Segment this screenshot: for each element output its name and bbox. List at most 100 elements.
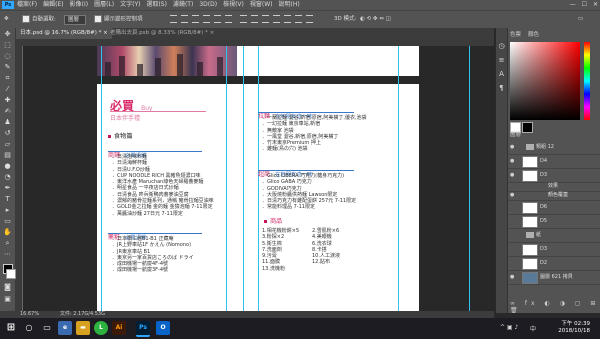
eye-icon: ● bbox=[510, 172, 515, 178]
guide-line[interactable] bbox=[101, 46, 102, 311]
brush-icon[interactable]: ✍ bbox=[3, 107, 12, 115]
line-app-icon[interactable]: L bbox=[94, 321, 108, 335]
zoom-icon[interactable]: ⌕ bbox=[3, 239, 12, 247]
maximize-icon[interactable]: ☐ bbox=[582, 0, 587, 10]
hue-slider[interactable] bbox=[584, 42, 590, 120]
tab-swatches[interactable]: 色票 bbox=[510, 30, 521, 38]
marquee-icon[interactable]: ⬚ bbox=[3, 41, 12, 49]
menu-3d[interactable]: 3D(D) bbox=[199, 0, 217, 10]
tag-underline bbox=[258, 170, 354, 171]
menu-filter[interactable]: 濾鏡(T) bbox=[173, 0, 193, 10]
crop-icon[interactable]: ⌗ bbox=[3, 74, 12, 82]
minimize-icon[interactable]: — bbox=[570, 0, 576, 10]
file-explorer-icon[interactable]: e bbox=[58, 321, 72, 335]
auto-select-dropdown[interactable]: 圖層 bbox=[64, 15, 87, 25]
folder-app-icon[interactable]: ▬ bbox=[76, 321, 90, 335]
dodge-icon[interactable]: ◔ bbox=[3, 173, 12, 181]
page-subtitle: 日本伴手禮 bbox=[110, 115, 141, 122]
3d-mode-icons[interactable]: ◐ ⟲ ✥ ⇔ ◫ bbox=[360, 15, 391, 24]
swatch[interactable] bbox=[522, 122, 533, 133]
quick-select-icon[interactable]: ✎ bbox=[3, 63, 12, 71]
gradient-icon[interactable]: ▤ bbox=[3, 151, 12, 159]
panel-icon-strip: ◷ ≡ A ¶ bbox=[496, 28, 508, 313]
menu-type[interactable]: 文字(Y) bbox=[120, 0, 140, 10]
blur-icon[interactable]: ● bbox=[3, 162, 12, 170]
status-bar: 16.67% 文件: 2.17G/4.53G bbox=[0, 311, 494, 318]
layer-row[interactable]: ● D4 bbox=[508, 154, 600, 169]
tab-layers[interactable]: 圖層 bbox=[510, 130, 521, 138]
background-color-swatch[interactable] bbox=[6, 269, 16, 279]
close-tab-icon[interactable]: × bbox=[210, 30, 215, 36]
tab-japan-psd[interactable]: 日本.psd @ 16.7% (RGB/8#) * × bbox=[16, 28, 112, 39]
tab-color[interactable]: 顏色 bbox=[528, 30, 539, 38]
quick-mask-icon[interactable]: ◙ bbox=[3, 283, 12, 291]
layer-row[interactable]: ● D3 bbox=[508, 168, 600, 183]
menu-window[interactable]: 視窗(W) bbox=[250, 0, 273, 10]
menu-help[interactable]: 說明(H) bbox=[279, 0, 300, 10]
shape-icon[interactable]: ▭ bbox=[3, 217, 12, 225]
hand-icon[interactable]: ✋ bbox=[3, 228, 12, 236]
tray-icons[interactable]: ^ ▣ ♪ bbox=[500, 324, 518, 331]
layer-row[interactable]: ● 類組 12 bbox=[508, 140, 600, 155]
color-picker-field[interactable] bbox=[510, 42, 580, 120]
pen-icon[interactable]: ✒ bbox=[3, 184, 12, 192]
illustrator-icon[interactable]: Ai bbox=[112, 321, 126, 335]
layer-row[interactable]: D6 bbox=[508, 200, 600, 215]
workspace-icon[interactable]: ▭ bbox=[578, 15, 583, 24]
close-icon[interactable]: ✕ bbox=[593, 0, 598, 10]
distribute-icons[interactable] bbox=[240, 15, 317, 25]
history-icon[interactable]: ◷ bbox=[497, 42, 506, 50]
layer-row[interactable]: ● 圖層 621 拷貝 bbox=[508, 270, 600, 285]
menu-layer[interactable]: 圖層(L) bbox=[94, 0, 114, 10]
vertical-ruler[interactable] bbox=[16, 46, 23, 311]
guide-line[interactable] bbox=[469, 46, 470, 311]
properties-icon[interactable]: ≡ bbox=[497, 56, 506, 64]
layer-row[interactable]: D5 bbox=[508, 214, 600, 229]
layer-row[interactable]: 紙 bbox=[508, 228, 600, 243]
guide-line[interactable] bbox=[226, 46, 227, 311]
menu-edit[interactable]: 編輯(E) bbox=[43, 0, 63, 10]
tab-shopping-psb[interactable]: 老購出去頁.psb @ 8.33% (RGB/8#) * × bbox=[106, 28, 218, 39]
screen-mode-icon[interactable]: ▣ bbox=[3, 295, 12, 303]
photoshop-taskbar-icon[interactable]: Ps bbox=[136, 321, 150, 337]
guide-line[interactable] bbox=[398, 46, 399, 311]
align-icons[interactable] bbox=[170, 15, 236, 25]
type-icon[interactable]: T bbox=[3, 195, 12, 203]
layer-thumbnail bbox=[522, 156, 538, 168]
healing-icon[interactable]: ✚ bbox=[3, 96, 12, 104]
layer-row[interactable]: D2 bbox=[508, 256, 600, 271]
menu-select[interactable]: 選取(S) bbox=[146, 0, 167, 10]
task-view-icon[interactable]: ▭ bbox=[40, 321, 54, 335]
options-bar: ✥ 自動選取: 圖層 顯示變形控制項 3D 模式: ◐ ⟲ ✥ ⇔ ◫ ▭ bbox=[0, 10, 600, 29]
show-transform-checkbox[interactable] bbox=[94, 15, 102, 23]
more-tools-icon[interactable]: ⋯ bbox=[3, 250, 12, 258]
paragraph-icon[interactable]: ¶ bbox=[497, 84, 506, 92]
stamp-icon[interactable]: ♟ bbox=[3, 118, 12, 126]
layer-row[interactable]: D3 bbox=[508, 242, 600, 257]
menu-image[interactable]: 影像(I) bbox=[70, 0, 88, 10]
menu-file[interactable]: 檔案(F) bbox=[17, 0, 37, 10]
outlook-icon[interactable]: O bbox=[156, 321, 170, 335]
tab-label: 老購出去頁.psb @ 8.33% (RGB/8#) * bbox=[110, 30, 208, 36]
guide-line[interactable] bbox=[243, 46, 244, 311]
eyedropper-icon[interactable]: ⁄ bbox=[3, 85, 12, 93]
lasso-icon[interactable]: ◌ bbox=[3, 52, 12, 60]
windows-start-icon[interactable]: ⊞ bbox=[4, 321, 18, 335]
character-icon[interactable]: A bbox=[497, 70, 506, 78]
store-list: ．日清泡味料麵 ．日清海鮮杯麵 ．日清U.F.O炒麵 ．CUP NOODLE R… bbox=[112, 154, 214, 217]
zoom-level[interactable]: 16.67% bbox=[20, 311, 39, 318]
layer-actions[interactable]: ∞ fx ◐ ◑ ▢ ⊞ 🗑 bbox=[510, 300, 600, 314]
input-language[interactable]: 中 bbox=[530, 324, 536, 333]
menu-view[interactable]: 檢視(V) bbox=[223, 0, 244, 10]
eye-icon: ● bbox=[510, 192, 515, 198]
eraser-icon[interactable]: ▱ bbox=[3, 140, 12, 148]
search-icon[interactable]: ○ bbox=[22, 321, 36, 335]
move-icon[interactable]: ✥ bbox=[3, 30, 12, 38]
system-clock[interactable]: 下午 02:39 2018/10/18 bbox=[558, 321, 590, 335]
move-tool-icon[interactable]: ✥ bbox=[4, 15, 9, 24]
path-select-icon[interactable]: ▸ bbox=[3, 206, 12, 214]
right-panels: ◷ ≡ A ¶ 色票 顏色 圖層 ● 類組 12 ● D4 ● D3 效果 ● 顏色覆蓋… bbox=[495, 28, 600, 314]
eye-icon: ● bbox=[510, 144, 515, 150]
history-brush-icon[interactable]: ↺ bbox=[3, 129, 12, 137]
auto-select-checkbox[interactable] bbox=[22, 15, 30, 23]
